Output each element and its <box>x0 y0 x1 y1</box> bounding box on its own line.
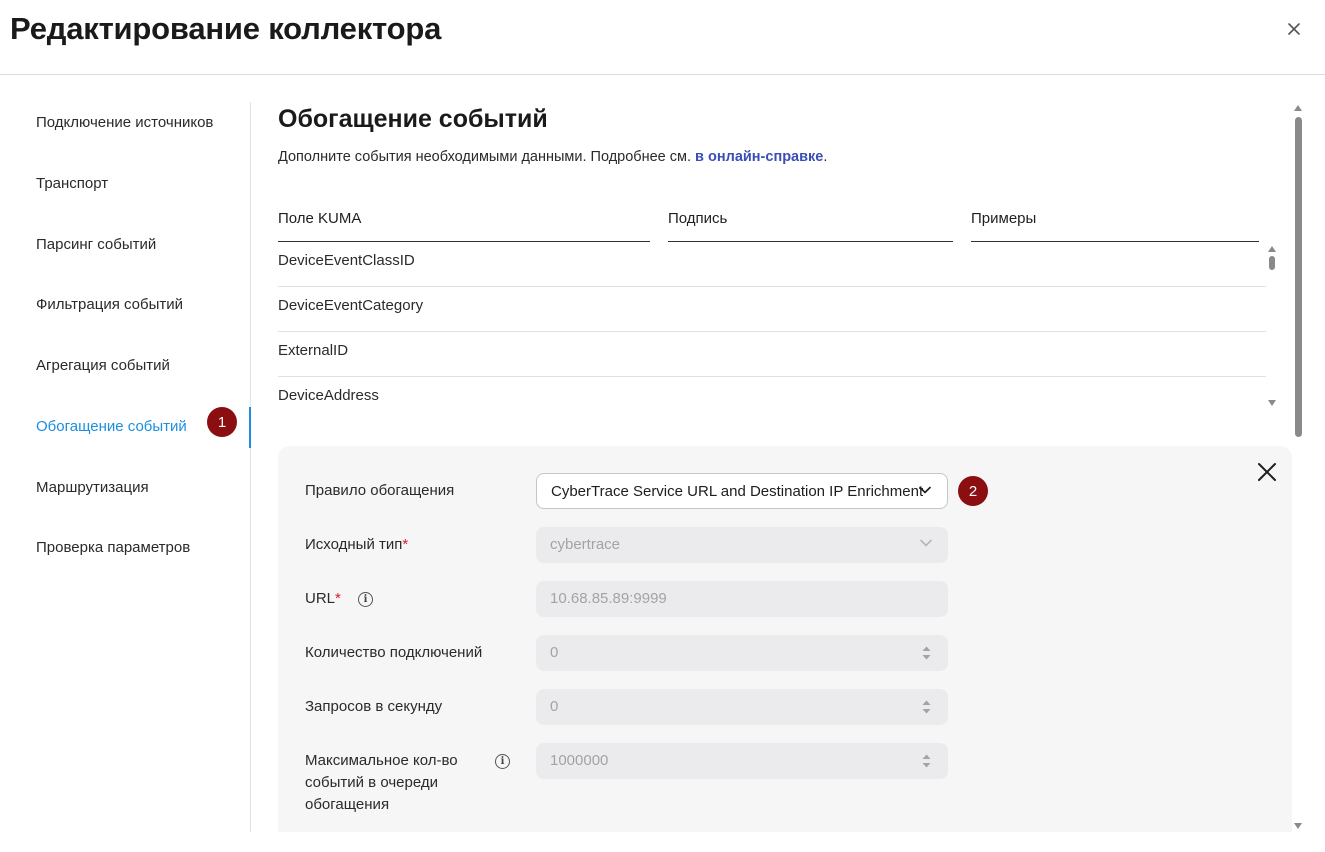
section-description: Дополните события необходимыми данными. … <box>278 149 827 165</box>
main-scroll-up[interactable] <box>1294 105 1302 111</box>
connections-label: Количество подключений <box>305 644 483 661</box>
main-scroll-thumb[interactable] <box>1295 117 1302 437</box>
active-indicator <box>249 407 251 448</box>
sidebar-item-enrichment[interactable]: Обогащение событий <box>36 418 187 435</box>
sidebar-item-transport[interactable]: Транспорт <box>36 175 108 192</box>
sidebar-nav <box>0 102 251 832</box>
table-row[interactable]: DeviceAddress <box>278 377 1266 422</box>
connections-value: 0 <box>550 644 559 661</box>
table-row[interactable]: ExternalID <box>278 332 1266 377</box>
close-icon[interactable] <box>1283 18 1305 40</box>
dialog-header: Редактирование коллектора <box>0 0 1325 75</box>
dialog-title: Редактирование коллектора <box>10 11 442 46</box>
info-icon[interactable]: i <box>358 592 373 607</box>
chevron-down-icon <box>919 486 931 494</box>
table-cell: DeviceEventClassID <box>278 252 415 269</box>
rule-select[interactable]: CyberTrace Service URL and Destination I… <box>536 473 948 509</box>
sidebar-item-connections[interactable]: Подключение источников <box>36 114 213 131</box>
help-link[interactable]: в онлайн-справке <box>695 149 823 165</box>
main-scroll-down[interactable] <box>1294 823 1302 829</box>
stepper-icon[interactable] <box>922 699 931 715</box>
column-header-examples[interactable]: Примеры <box>971 210 1259 242</box>
source-type-value: cybertrace <box>550 536 621 553</box>
sidebar-item-parsing[interactable]: Парсинг событий <box>36 236 156 253</box>
rule-label: Правило обогащения <box>305 482 455 499</box>
sidebar-item-filtering[interactable]: Фильтрация событий <box>36 296 183 313</box>
table-cell: DeviceAddress <box>278 387 379 404</box>
table-cell: ExternalID <box>278 342 349 359</box>
connections-input[interactable]: 0 <box>536 635 948 671</box>
url-label: URL* <box>305 590 341 607</box>
queue-value: 1000000 <box>550 752 609 769</box>
rule-select-value: CyberTrace Service URL and Destination I… <box>551 483 924 500</box>
sidebar-item-routing[interactable]: Маршрутизация <box>36 479 149 496</box>
column-header-kuma-field[interactable]: Поле KUMA <box>278 210 650 242</box>
table-row[interactable]: DeviceEventCategory <box>278 287 1266 332</box>
description-text: Дополните события необходимыми данными. … <box>278 149 696 165</box>
section-title: Обогащение событий <box>278 105 548 133</box>
rps-input[interactable]: 0 <box>536 689 948 725</box>
stepper-icon[interactable] <box>922 753 931 769</box>
table-scroll-up[interactable] <box>1268 246 1276 252</box>
chevron-down-icon <box>920 539 932 547</box>
description-suffix: . <box>823 149 828 165</box>
close-panel-icon[interactable] <box>1256 461 1278 483</box>
rps-label: Запросов в секунду <box>305 698 443 715</box>
step-badge-2: 2 <box>958 476 988 506</box>
table-scroll-down[interactable] <box>1268 400 1276 406</box>
stepper-icon[interactable] <box>922 645 931 661</box>
url-value: 10.68.85.89:9999 <box>550 590 667 607</box>
sidebar-item-aggregation[interactable]: Агрегация событий <box>36 357 170 374</box>
queue-input[interactable]: 1000000 <box>536 743 948 779</box>
sidebar-item-validation[interactable]: Проверка параметров <box>36 539 190 556</box>
column-header-label[interactable]: Подпись <box>668 210 953 242</box>
step-badge-1: 1 <box>207 407 237 437</box>
queue-label: Максимальное кол-во событий в очереди об… <box>305 752 458 813</box>
table-scroll-thumb[interactable] <box>1269 256 1275 270</box>
source-type-select[interactable]: cybertrace <box>536 527 948 563</box>
source-type-label: Исходный тип* <box>305 536 409 553</box>
table-row[interactable]: DeviceEventClassID <box>278 242 1266 287</box>
url-input[interactable]: 10.68.85.89:9999 <box>536 581 948 617</box>
rps-value: 0 <box>550 698 559 715</box>
table-cell: DeviceEventCategory <box>278 297 424 314</box>
info-icon[interactable]: i <box>495 754 510 769</box>
